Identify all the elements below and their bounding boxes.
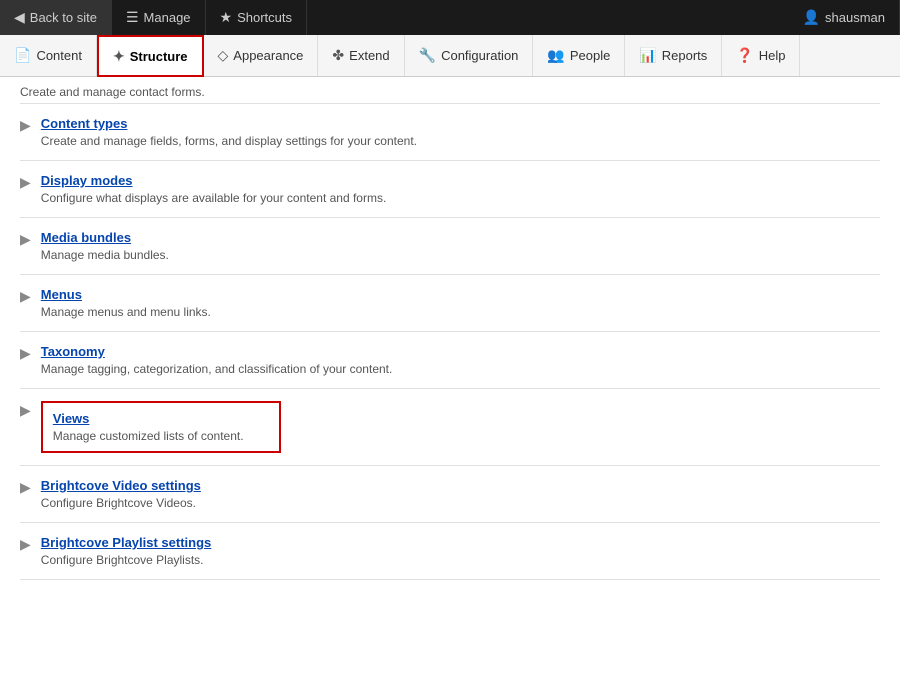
navigation-tabs: 📄 Content ✦ Structure ◇ Appearance ✤ Ext… bbox=[0, 35, 900, 77]
star-icon: ★ bbox=[220, 9, 233, 26]
appearance-icon: ◇ bbox=[218, 47, 229, 64]
media-bundles-link[interactable]: Media bundles bbox=[41, 230, 880, 245]
tab-extend[interactable]: ✤ Extend bbox=[318, 35, 404, 76]
media-bundles-desc: Manage media bundles. bbox=[41, 248, 880, 262]
tab-configuration[interactable]: 🔧 Configuration bbox=[405, 35, 534, 76]
expand-icon[interactable]: ▶ bbox=[20, 402, 31, 419]
back-to-site[interactable]: ◀ Back to site bbox=[0, 0, 112, 35]
extend-icon: ✤ bbox=[332, 47, 344, 64]
list-item: ▶ Menus Manage menus and menu links. bbox=[20, 275, 880, 332]
brightcove-video-desc: Configure Brightcove Videos. bbox=[41, 496, 880, 510]
tab-appearance[interactable]: ◇ Appearance bbox=[204, 35, 319, 76]
brightcove-playlist-desc: Configure Brightcove Playlists. bbox=[41, 553, 880, 567]
configuration-icon: 🔧 bbox=[419, 47, 436, 64]
expand-icon[interactable]: ▶ bbox=[20, 231, 31, 248]
expand-icon[interactable]: ▶ bbox=[20, 174, 31, 191]
help-icon: ❓ bbox=[736, 47, 753, 64]
views-link[interactable]: Views bbox=[53, 411, 269, 426]
tab-structure[interactable]: ✦ Structure bbox=[97, 35, 204, 77]
list-item: ▶ Taxonomy Manage tagging, categorizatio… bbox=[20, 332, 880, 389]
list-item: ▶ Content types Create and manage fields… bbox=[20, 104, 880, 161]
admin-bar: ◀ Back to site ☰ Manage ★ Shortcuts 👤 sh… bbox=[0, 0, 900, 35]
display-modes-desc: Configure what displays are available fo… bbox=[41, 191, 880, 205]
main-content: Create and manage contact forms. ▶ Conte… bbox=[0, 77, 900, 580]
tab-content[interactable]: 📄 Content bbox=[0, 35, 97, 76]
menus-desc: Manage menus and menu links. bbox=[41, 305, 880, 319]
hamburger-icon: ☰ bbox=[126, 9, 139, 26]
tab-reports[interactable]: 📊 Reports bbox=[625, 35, 722, 76]
expand-icon[interactable]: ▶ bbox=[20, 288, 31, 305]
content-icon: 📄 bbox=[14, 47, 31, 64]
structure-icon: ✦ bbox=[113, 48, 125, 65]
list-item: ▶ Media bundles Manage media bundles. bbox=[20, 218, 880, 275]
expand-icon[interactable]: ▶ bbox=[20, 479, 31, 496]
taxonomy-link[interactable]: Taxonomy bbox=[41, 344, 880, 359]
list-item: ▶ Brightcove Playlist settings Configure… bbox=[20, 523, 880, 580]
brightcove-playlist-link[interactable]: Brightcove Playlist settings bbox=[41, 535, 880, 550]
content-types-desc: Create and manage fields, forms, and dis… bbox=[41, 134, 880, 148]
expand-icon[interactable]: ▶ bbox=[20, 345, 31, 362]
people-icon: 👥 bbox=[547, 47, 564, 64]
user-icon: 👤 bbox=[803, 9, 820, 26]
tab-people[interactable]: 👥 People bbox=[533, 35, 625, 76]
user-menu[interactable]: 👤 shausman bbox=[789, 0, 900, 35]
views-desc: Manage customized lists of content. bbox=[53, 429, 269, 443]
content-types-link[interactable]: Content types bbox=[41, 116, 880, 131]
manage-menu[interactable]: ☰ Manage bbox=[112, 0, 206, 35]
expand-icon[interactable]: ▶ bbox=[20, 117, 31, 134]
menus-link[interactable]: Menus bbox=[41, 287, 880, 302]
list-item: ▶ Brightcove Video settings Configure Br… bbox=[20, 466, 880, 523]
display-modes-link[interactable]: Display modes bbox=[41, 173, 880, 188]
shortcuts-menu[interactable]: ★ Shortcuts bbox=[206, 0, 307, 35]
list-item: ▶ Display modes Configure what displays … bbox=[20, 161, 880, 218]
views-highlight-box: Views Manage customized lists of content… bbox=[41, 401, 281, 453]
taxonomy-desc: Manage tagging, categorization, and clas… bbox=[41, 362, 880, 376]
expand-icon[interactable]: ▶ bbox=[20, 536, 31, 553]
back-arrow-icon: ◀ bbox=[14, 9, 25, 26]
brightcove-video-link[interactable]: Brightcove Video settings bbox=[41, 478, 880, 493]
tab-help[interactable]: ❓ Help bbox=[722, 35, 800, 76]
list-item: ▶ Views Manage customized lists of conte… bbox=[20, 389, 880, 466]
reports-icon: 📊 bbox=[639, 47, 656, 64]
contact-forms-desc: Create and manage contact forms. bbox=[20, 77, 880, 104]
